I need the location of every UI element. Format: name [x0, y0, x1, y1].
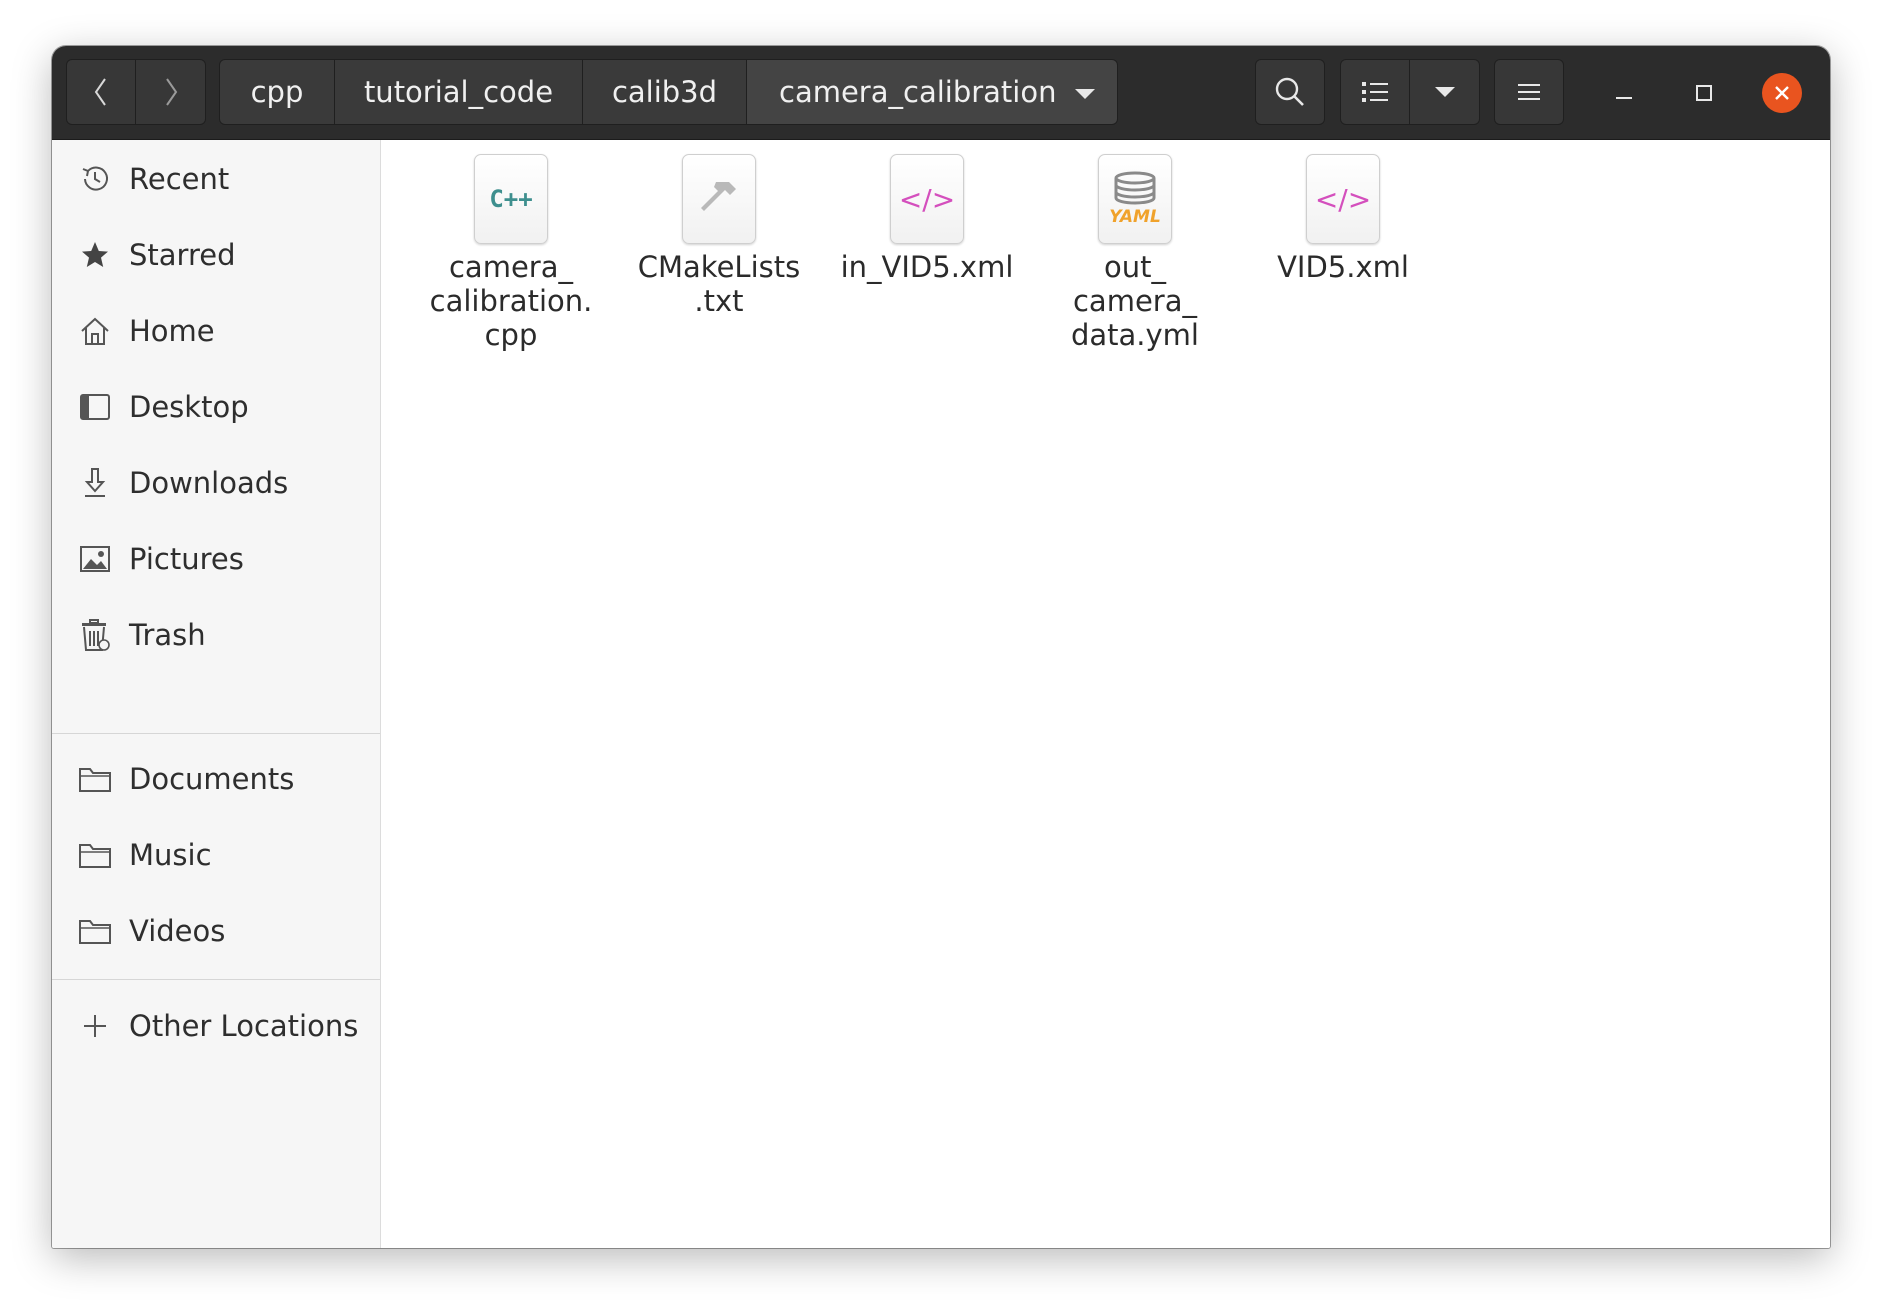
xml-file-icon: </>	[1306, 154, 1380, 244]
yaml-file-icon: YAML	[1098, 154, 1172, 244]
sidebar-item-label: Recent	[129, 162, 230, 196]
cpp-badge: C++	[489, 185, 533, 213]
sidebar-item-label: Documents	[129, 762, 295, 796]
hammer-file-icon	[682, 154, 756, 244]
file-name: camera_ calibration. cpp	[429, 250, 593, 352]
sidebar: Recent Starred Home Desktop Downloads Pi…	[52, 140, 381, 1248]
sidebar-item-label: Home	[129, 314, 215, 348]
sidebar-item-downloads[interactable]: Downloads	[52, 452, 380, 514]
breadcrumb-cpp[interactable]: cpp	[219, 59, 335, 125]
sidebar-item-other-locations[interactable]: Other Locations	[52, 995, 380, 1057]
sidebar-item-pictures[interactable]: Pictures	[52, 528, 380, 590]
folder-icon	[78, 838, 112, 872]
view-options-button[interactable]	[1410, 59, 1480, 125]
file-item-in-vid5-xml[interactable]: </> in_VID5.xml	[832, 154, 1022, 284]
sidebar-item-label: Music	[129, 838, 212, 872]
file-name: out_ camera_ data.yml	[1070, 250, 1199, 352]
close-icon	[1775, 86, 1789, 100]
xml-badge: </>	[898, 182, 956, 216]
clock-icon	[78, 162, 112, 196]
dropdown-arrow-icon	[1075, 89, 1095, 99]
home-icon	[78, 314, 112, 348]
hamburger-menu-icon	[1518, 84, 1540, 100]
folder-icon	[78, 914, 112, 948]
breadcrumb-calib3d[interactable]: calib3d	[583, 59, 747, 125]
sidebar-item-label: Trash	[129, 618, 206, 652]
breadcrumb-label: calib3d	[611, 75, 718, 109]
plus-icon	[78, 1009, 112, 1043]
sidebar-item-label: Other Locations	[129, 1009, 359, 1043]
maximize-icon	[1696, 85, 1712, 101]
minimize-button[interactable]	[1604, 73, 1644, 113]
database-icon	[1114, 171, 1156, 205]
picture-icon	[78, 542, 112, 576]
headerbar: cpp tutorial_code calib3d camera_calibra…	[52, 46, 1830, 140]
sidebar-item-home[interactable]: Home	[52, 300, 380, 362]
sidebar-item-label: Desktop	[129, 390, 249, 424]
breadcrumb-label: camera_calibration	[779, 75, 1057, 109]
file-item-camera-calibration-cpp[interactable]: C++ camera_ calibration. cpp	[416, 154, 606, 352]
file-item-cmakelists-txt[interactable]: CMakeLists .txt	[624, 154, 814, 318]
file-view: C++ camera_ calibration. cpp CMakeLists …	[381, 140, 1830, 1248]
xml-file-icon: </>	[890, 154, 964, 244]
chevron-left-icon	[94, 78, 106, 106]
sidebar-item-recent[interactable]: Recent	[52, 148, 380, 210]
download-icon	[78, 466, 112, 500]
sidebar-item-label: Videos	[129, 914, 226, 948]
sidebar-item-music[interactable]: Music	[52, 824, 380, 886]
file-manager-window: cpp tutorial_code calib3d camera_calibra…	[52, 46, 1830, 1248]
list-view-button[interactable]	[1340, 59, 1410, 125]
xml-badge: </>	[1314, 182, 1372, 216]
folder-icon	[78, 762, 112, 796]
sidebar-item-starred[interactable]: Starred	[52, 224, 380, 286]
cpp-file-icon: C++	[474, 154, 548, 244]
breadcrumb-label: tutorial_code	[363, 75, 554, 109]
chevron-down-icon	[1434, 87, 1455, 97]
file-name: VID5.xml	[1277, 250, 1409, 284]
sidebar-item-label: Starred	[129, 238, 236, 272]
search-button[interactable]	[1255, 59, 1325, 125]
list-view-icon	[1362, 82, 1388, 102]
back-button[interactable]	[66, 59, 136, 125]
yaml-badge: YAML	[1109, 207, 1161, 227]
breadcrumb-tutorial-code[interactable]: tutorial_code	[335, 59, 583, 125]
sidebar-item-trash[interactable]: Trash	[52, 604, 380, 666]
main-menu-button[interactable]	[1494, 59, 1564, 125]
minimize-icon	[1616, 97, 1632, 99]
maximize-button[interactable]	[1684, 73, 1724, 113]
forward-button[interactable]	[136, 59, 206, 125]
sidebar-item-label: Pictures	[129, 542, 244, 576]
file-item-vid5-xml[interactable]: </> VID5.xml	[1248, 154, 1438, 284]
sidebar-item-desktop[interactable]: Desktop	[52, 376, 380, 438]
chevron-right-icon	[165, 78, 177, 106]
file-name: in_VID5.xml	[840, 250, 1014, 284]
sidebar-item-documents[interactable]: Documents	[52, 748, 380, 810]
sidebar-divider	[52, 979, 380, 980]
star-icon	[78, 238, 112, 272]
sidebar-item-videos[interactable]: Videos	[52, 900, 380, 962]
desktop-icon	[78, 390, 112, 424]
trash-icon	[78, 618, 112, 652]
sidebar-divider	[52, 733, 380, 734]
file-name: CMakeLists .txt	[637, 250, 801, 318]
search-icon	[1275, 77, 1304, 106]
sidebar-item-label: Downloads	[129, 466, 289, 500]
breadcrumb-label: cpp	[250, 75, 304, 109]
breadcrumb-camera-calibration[interactable]: camera_calibration	[747, 59, 1118, 125]
file-item-out-camera-data-yml[interactable]: YAML out_ camera_ data.yml	[1040, 154, 1230, 352]
close-button[interactable]	[1762, 73, 1802, 113]
